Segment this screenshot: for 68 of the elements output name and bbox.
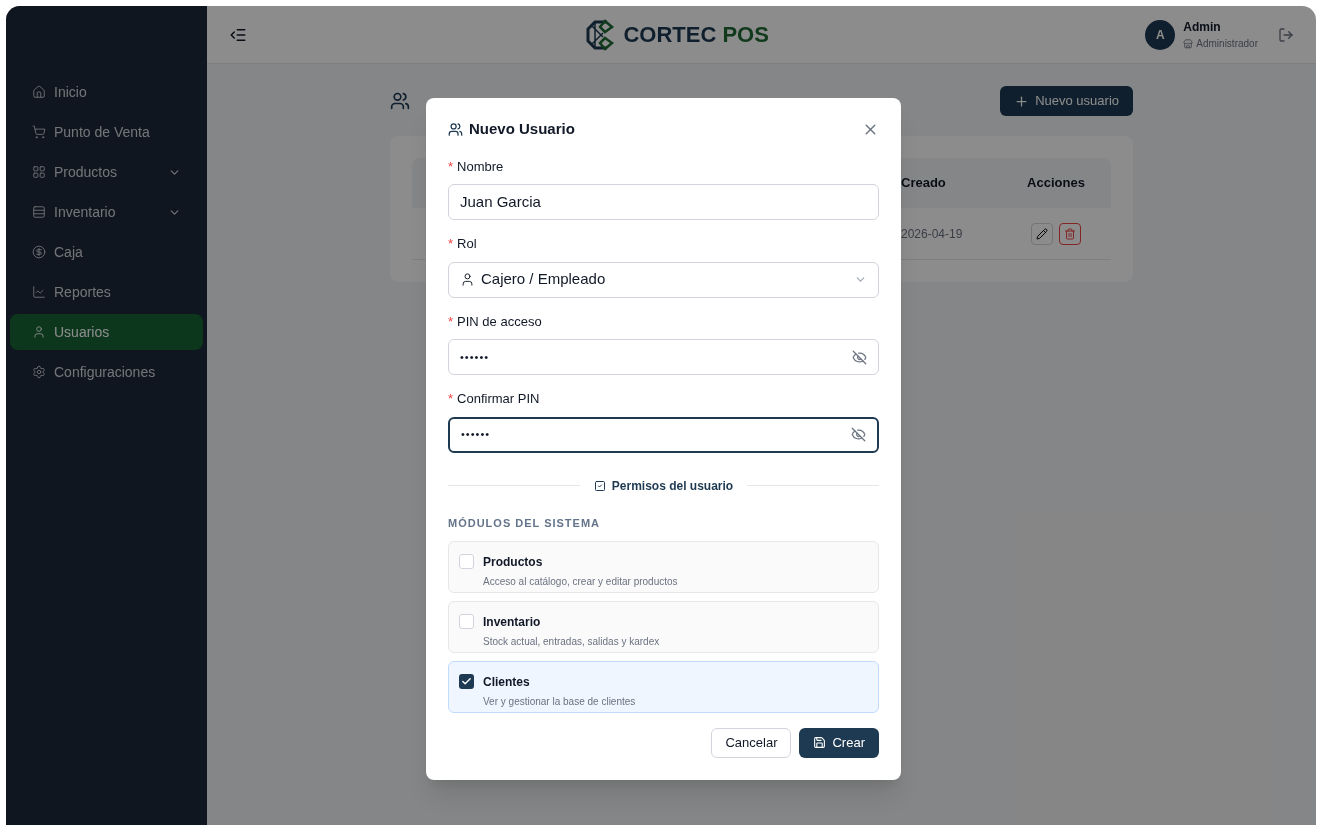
field-label: PIN de acceso xyxy=(457,312,542,331)
cancel-button[interactable]: Cancelar xyxy=(711,727,792,758)
required-mark: * xyxy=(448,390,454,408)
sidebar-item[interactable]: Usuarios xyxy=(10,314,203,350)
table-cell-text: 2026-04-19 xyxy=(901,225,964,243)
home-icon xyxy=(32,85,46,99)
module-card[interactable]: Productos Acceso al catálogo, crear y editar productos xyxy=(448,541,879,593)
dollar-icon xyxy=(32,245,46,259)
module-description: Stock actual, entradas, salidas y kardex xyxy=(483,635,660,649)
eye-off-icon[interactable] xyxy=(851,427,866,442)
field-label: Nombre xyxy=(457,157,504,176)
save-icon xyxy=(813,736,827,749)
role-select[interactable]: Cajero / Empleado xyxy=(448,261,879,298)
trash-icon xyxy=(1064,227,1076,240)
column-header: Creado xyxy=(901,174,947,193)
edit-button[interactable] xyxy=(1031,222,1053,245)
module-description: Ver y gestionar la base de clientes xyxy=(483,695,636,709)
pencil-icon xyxy=(1036,227,1048,240)
eye-off-icon[interactable] xyxy=(852,349,867,365)
sidebar-item[interactable]: Reportes xyxy=(10,274,203,310)
sidebar-item[interactable]: Caja xyxy=(10,234,203,270)
module-card[interactable]: Clientes Ver y gestionar la base de clientes xyxy=(448,661,879,713)
user-role: Administrador xyxy=(1196,37,1258,51)
plus-icon xyxy=(1014,93,1030,109)
checkbox-icon xyxy=(593,479,606,492)
checkbox[interactable] xyxy=(459,674,474,689)
shop-icon xyxy=(1183,38,1194,49)
brand-name: CORTEC POS xyxy=(623,21,769,49)
checkbox[interactable] xyxy=(459,614,474,629)
cart-icon xyxy=(32,125,46,139)
checkbox[interactable] xyxy=(459,554,474,569)
sidebar-item[interactable]: Productos xyxy=(10,154,203,190)
user-icon xyxy=(460,272,475,287)
user-name: Admin xyxy=(1183,19,1222,36)
grid-icon xyxy=(32,165,46,179)
settings-icon xyxy=(32,365,46,379)
module-description: Acceso al catálogo, crear y editar productos xyxy=(483,575,678,589)
section-heading: MÓDULOS DEL SISTEMA xyxy=(448,515,602,531)
users-icon xyxy=(390,91,410,111)
chart-icon xyxy=(32,285,46,299)
modal-title: Nuevo Usuario xyxy=(469,119,575,139)
field-label: Rol xyxy=(457,235,477,253)
check-icon xyxy=(461,676,472,687)
list-icon xyxy=(32,205,46,219)
required-mark: * xyxy=(448,157,454,176)
module-name: Inventario xyxy=(483,614,542,631)
input-field[interactable]: Juan Garcia xyxy=(448,184,879,220)
module-name: Productos xyxy=(483,554,544,571)
column-header: Acciones xyxy=(1026,174,1086,193)
sidebar-item[interactable]: Inicio xyxy=(10,74,203,110)
module-name: Clientes xyxy=(483,674,531,691)
module-card[interactable]: Inventario Stock actual, entradas, salidas y kardex xyxy=(448,601,879,653)
avatar: A xyxy=(1145,19,1176,50)
field-label: Confirmar PIN xyxy=(457,390,540,408)
sidebar-item[interactable]: Configuraciones xyxy=(10,354,203,390)
sidebar-item[interactable]: Inventario xyxy=(10,194,203,230)
section-title: Permisos del usuario xyxy=(611,477,734,495)
logout-icon[interactable] xyxy=(1278,26,1294,43)
input-field[interactable]: •••••• xyxy=(448,339,879,375)
user-icon xyxy=(32,325,46,339)
new-user-button[interactable]: Nuevo usuario xyxy=(1000,86,1133,116)
sidebar-item[interactable]: Punto de Venta xyxy=(10,114,203,150)
required-mark: * xyxy=(448,312,454,331)
users-icon xyxy=(448,121,463,137)
input-field[interactable]: •••••• xyxy=(448,416,879,453)
delete-button[interactable] xyxy=(1059,222,1081,245)
create-button[interactable]: Crear xyxy=(799,727,879,758)
required-mark: * xyxy=(448,235,454,253)
